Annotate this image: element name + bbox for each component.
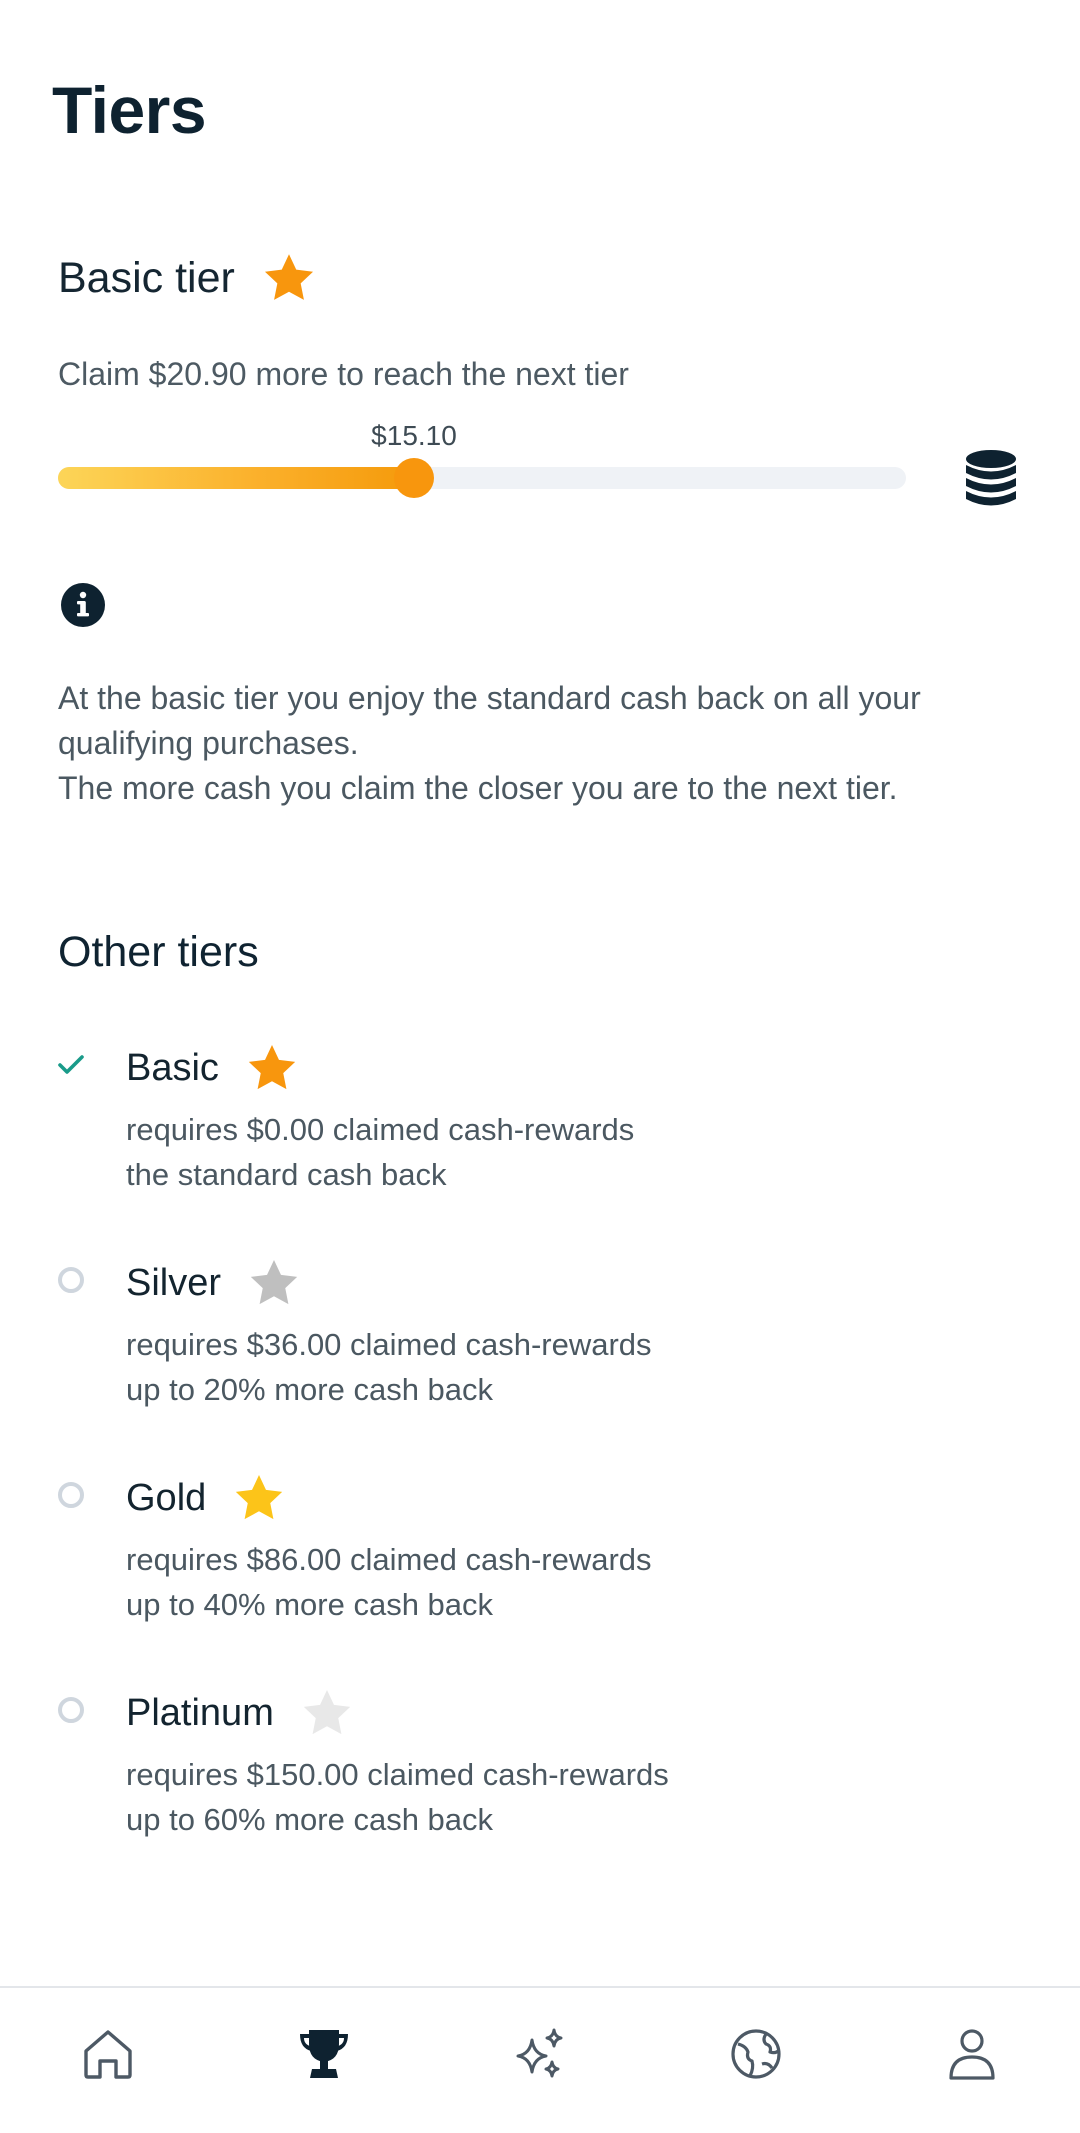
nav-home[interactable] bbox=[72, 2018, 144, 2090]
claim-more-message: Claim $20.90 more to reach the next tier bbox=[58, 356, 629, 392]
globe-icon bbox=[731, 2029, 781, 2079]
empty-circle-icon bbox=[58, 1267, 84, 1293]
star-icon bbox=[236, 1475, 283, 1520]
tier-requirement: requires $150.00 claimed cash-rewards bbox=[126, 1757, 669, 1792]
progress-value-label: $15.10 bbox=[371, 420, 457, 451]
tier-progress-bar bbox=[58, 458, 906, 498]
tier-perk: up to 20% more cash back bbox=[126, 1372, 494, 1407]
current-tier-heading: Basic tier bbox=[58, 250, 317, 306]
tier-requirement: requires $0.00 claimed cash-rewards bbox=[126, 1112, 635, 1147]
tier-perk: up to 60% more cash back bbox=[126, 1802, 494, 1837]
tier-progress-knob bbox=[394, 458, 434, 498]
tier-name: Basic bbox=[126, 1046, 219, 1089]
tier-perk: the standard cash back bbox=[126, 1157, 447, 1192]
check-icon bbox=[58, 1055, 84, 1074]
nav-sparkles[interactable] bbox=[504, 2018, 576, 2090]
nav-profile[interactable] bbox=[936, 2018, 1008, 2090]
profile-icon bbox=[949, 2029, 995, 2080]
tier-requirement: requires $36.00 claimed cash-rewards bbox=[126, 1327, 652, 1362]
info-icon[interactable] bbox=[60, 582, 106, 628]
nav-globe[interactable] bbox=[720, 2018, 792, 2090]
star-icon bbox=[303, 1690, 351, 1735]
nav-trophy[interactable] bbox=[288, 2018, 360, 2090]
sparkles-icon bbox=[516, 2028, 563, 2078]
empty-circle-icon bbox=[58, 1482, 84, 1508]
star-icon bbox=[248, 1045, 296, 1090]
coins-icon bbox=[966, 450, 1016, 506]
tier-description: At the basic tier you enjoy the standard… bbox=[58, 676, 1018, 811]
tier-perk: up to 40% more cash back bbox=[126, 1587, 494, 1622]
empty-circle-icon bbox=[58, 1697, 84, 1723]
page-title: Tiers bbox=[52, 73, 207, 147]
bottom-nav bbox=[0, 1988, 1080, 2133]
other-tiers-title: Other tiers bbox=[58, 928, 259, 976]
tier-progress-fill bbox=[58, 467, 414, 489]
tier-name: Gold bbox=[126, 1476, 207, 1519]
current-tier-name: Basic tier bbox=[58, 253, 235, 302]
tier-requirement: requires $86.00 claimed cash-rewards bbox=[126, 1542, 652, 1577]
trophy-icon bbox=[300, 2030, 348, 2078]
tier-name: Silver bbox=[126, 1261, 222, 1304]
tier-name: Platinum bbox=[126, 1691, 274, 1734]
tier-description-line: At the basic tier you enjoy the standard… bbox=[58, 680, 921, 761]
tier-description-line: The more cash you claim the closer you a… bbox=[58, 770, 898, 806]
star-icon bbox=[264, 254, 313, 300]
star-icon bbox=[250, 1260, 298, 1305]
home-icon bbox=[84, 2030, 132, 2079]
